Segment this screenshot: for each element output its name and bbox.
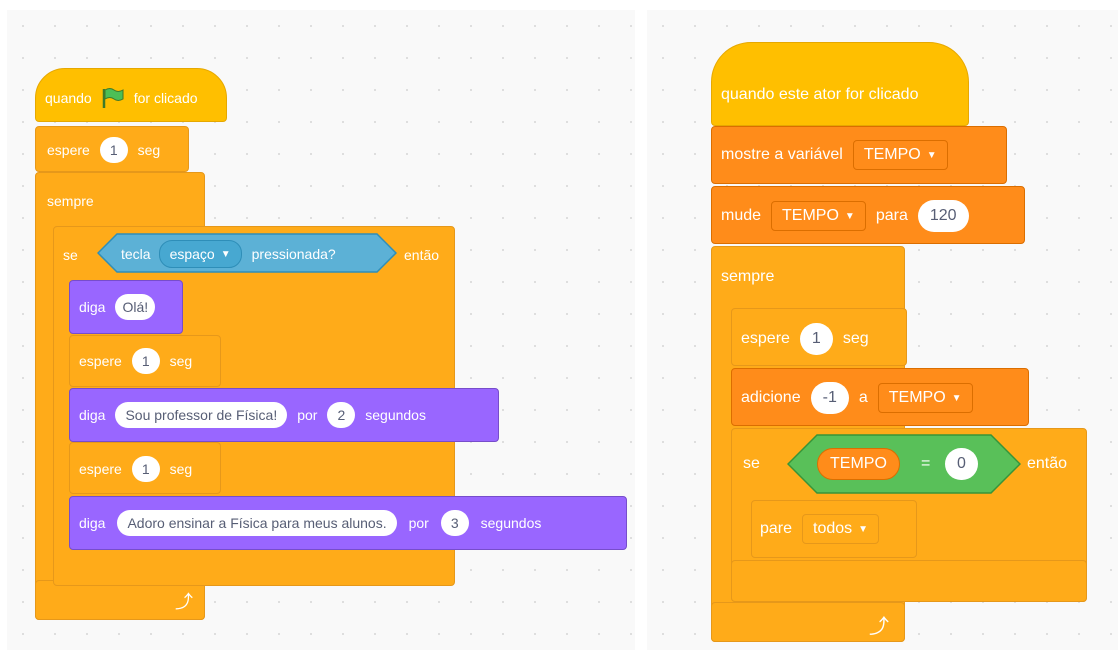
green-flag-icon	[102, 88, 124, 108]
wait-unit-label: seg	[137, 142, 161, 158]
set-value-input[interactable]: 120	[917, 200, 969, 232]
say-text-input[interactable]: Olá!	[115, 294, 156, 320]
wait-label: espere	[79, 461, 122, 477]
dropdown-caret-icon: ▼	[951, 392, 962, 404]
set-to-label: para	[875, 207, 908, 224]
if-label: se	[743, 455, 760, 472]
stop-option-value: todos	[813, 520, 853, 537]
wait-label: espere	[47, 142, 90, 158]
dropdown-caret-icon: ▼	[858, 523, 869, 535]
say-label: diga	[79, 407, 106, 423]
hat-after-label: for clicado	[133, 90, 198, 106]
say-for-label: por	[297, 407, 318, 423]
condition-variable-reporter[interactable]: TEMPO	[817, 448, 900, 480]
code-area-left: sempre ⤴ quando for clicado espere 1 seg…	[7, 10, 635, 650]
say-unit-label: segundos	[365, 407, 426, 423]
equals-operator-label: =	[921, 455, 931, 472]
change-value-input[interactable]: -1	[810, 382, 849, 414]
if-label: se	[63, 247, 78, 263]
wait-label: espere	[79, 353, 122, 369]
wait-unit-label: seg	[169, 353, 193, 369]
say-text-input[interactable]: Sou professor de Física!	[115, 402, 288, 428]
variable-dropdown-value: TEMPO	[782, 207, 839, 224]
wait-seconds-input[interactable]: 1	[799, 323, 833, 355]
if-then-label: então	[404, 247, 440, 263]
stop-label: pare	[760, 520, 793, 537]
hat-when-label: quando	[45, 90, 92, 106]
variable-dropdown-value: TEMPO	[863, 146, 921, 163]
say-seconds-input[interactable]: 3	[440, 510, 469, 536]
if-block-bottom-arm	[731, 560, 1087, 602]
pressed-label: pressionada?	[251, 246, 336, 262]
dropdown-caret-icon: ▼	[844, 210, 855, 222]
wait-seconds-input[interactable]: 1	[131, 456, 160, 482]
say-text-input[interactable]: Adoro ensinar a Física para meus alunos.	[117, 510, 397, 536]
say-for-label: por	[408, 515, 429, 531]
say-seconds-input[interactable]: 2	[327, 402, 356, 428]
forever-label: sempre	[47, 193, 94, 209]
key-dropdown-value: espaço	[169, 246, 215, 262]
wait-label: espere	[741, 330, 790, 347]
change-label: adicione	[741, 389, 801, 406]
key-dropdown[interactable]: espaço ▼	[158, 240, 242, 268]
wait-unit-label: seg	[169, 461, 193, 477]
stop-option-dropdown[interactable]: todos ▼	[802, 514, 880, 544]
hat-label: quando este ator for clicado	[721, 86, 919, 103]
variable-dropdown[interactable]: TEMPO ▼	[877, 383, 973, 413]
set-label: mude	[721, 207, 762, 224]
wait-seconds-input[interactable]: 1	[99, 137, 128, 163]
loop-arrow-icon: ⤴	[869, 616, 889, 638]
code-area-right: sempre ⤴ quando este ator for clicado mo…	[647, 10, 1118, 650]
variable-dropdown[interactable]: TEMPO ▼	[771, 201, 866, 231]
if-then-label: então	[1027, 455, 1068, 472]
forever-label: sempre	[721, 268, 775, 285]
when-sprite-clicked-block[interactable]	[711, 42, 969, 126]
wait-seconds-input[interactable]: 1	[131, 348, 160, 374]
loop-arrow-icon: ⤴	[175, 592, 193, 612]
say-label: diga	[79, 299, 106, 315]
show-var-label: mostre a variável	[721, 146, 843, 163]
say-label: diga	[79, 515, 106, 531]
dropdown-caret-icon: ▼	[220, 248, 231, 260]
compare-value-input[interactable]: 0	[945, 448, 978, 480]
variable-dropdown-value: TEMPO	[888, 389, 946, 406]
key-label: tecla	[121, 246, 151, 262]
variable-dropdown[interactable]: TEMPO ▼	[852, 140, 948, 170]
wait-unit-label: seg	[842, 330, 869, 347]
change-to-label: a	[858, 389, 868, 406]
dropdown-caret-icon: ▼	[926, 149, 937, 161]
say-unit-label: segundos	[480, 515, 542, 531]
